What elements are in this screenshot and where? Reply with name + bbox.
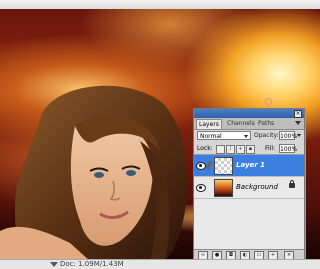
woman-portrait-image — [0, 85, 187, 259]
lock-move-icon[interactable]: + — [236, 145, 245, 154]
panel-title-bar[interactable]: × — [194, 109, 304, 118]
tab-layers[interactable]: Layers — [196, 119, 222, 129]
close-icon[interactable]: × — [294, 110, 302, 118]
lock-label: Lock: — [197, 145, 213, 152]
lock-icon — [289, 180, 295, 188]
layer-name: Background — [236, 183, 278, 191]
eye-visibility-icon[interactable] — [196, 162, 206, 170]
blend-mode-select[interactable]: Normal — [197, 131, 251, 140]
chevron-down-icon — [244, 135, 248, 138]
blend-mode-value: Normal — [200, 133, 222, 140]
lock-transparency-icon[interactable] — [216, 145, 225, 154]
panel-tabs: Layers Channels Paths — [194, 118, 304, 130]
layer-thumbnail — [214, 179, 233, 197]
tab-channels[interactable]: Channels — [225, 119, 257, 128]
layer-list: Layer 1 Background — [194, 155, 304, 250]
lock-brush-icon[interactable]: / — [226, 145, 235, 154]
layer-row-background[interactable]: Background — [194, 177, 304, 199]
tab-paths[interactable]: Paths — [256, 119, 276, 128]
opacity-arrow-icon[interactable] — [297, 134, 301, 137]
brush-icon — [205, 160, 213, 170]
fill-label: Fill: — [265, 145, 276, 152]
layers-panel[interactable]: × Layers Channels Paths Normal Opacity: … — [193, 108, 305, 261]
eye-visibility-icon[interactable] — [196, 184, 206, 192]
layer-thumbnail — [214, 157, 233, 175]
lock-all-icon[interactable]: ▪ — [246, 145, 255, 154]
fill-input[interactable]: 100% — [279, 144, 297, 153]
opacity-input[interactable]: 100% — [279, 131, 297, 140]
lock-fill-row: Lock: / + ▪ Fill: 100% — [194, 143, 304, 155]
status-arrow-icon[interactable] — [50, 262, 58, 267]
panel-menu-arrow-icon[interactable] — [295, 121, 301, 125]
opacity-label: Opacity: — [254, 132, 279, 139]
blend-opacity-row: Normal Opacity: 100% — [194, 130, 304, 142]
small-circle-marker — [265, 98, 272, 105]
layer-name: Layer 1 — [236, 161, 266, 169]
layer-row-layer-1[interactable]: Layer 1 — [194, 155, 304, 177]
